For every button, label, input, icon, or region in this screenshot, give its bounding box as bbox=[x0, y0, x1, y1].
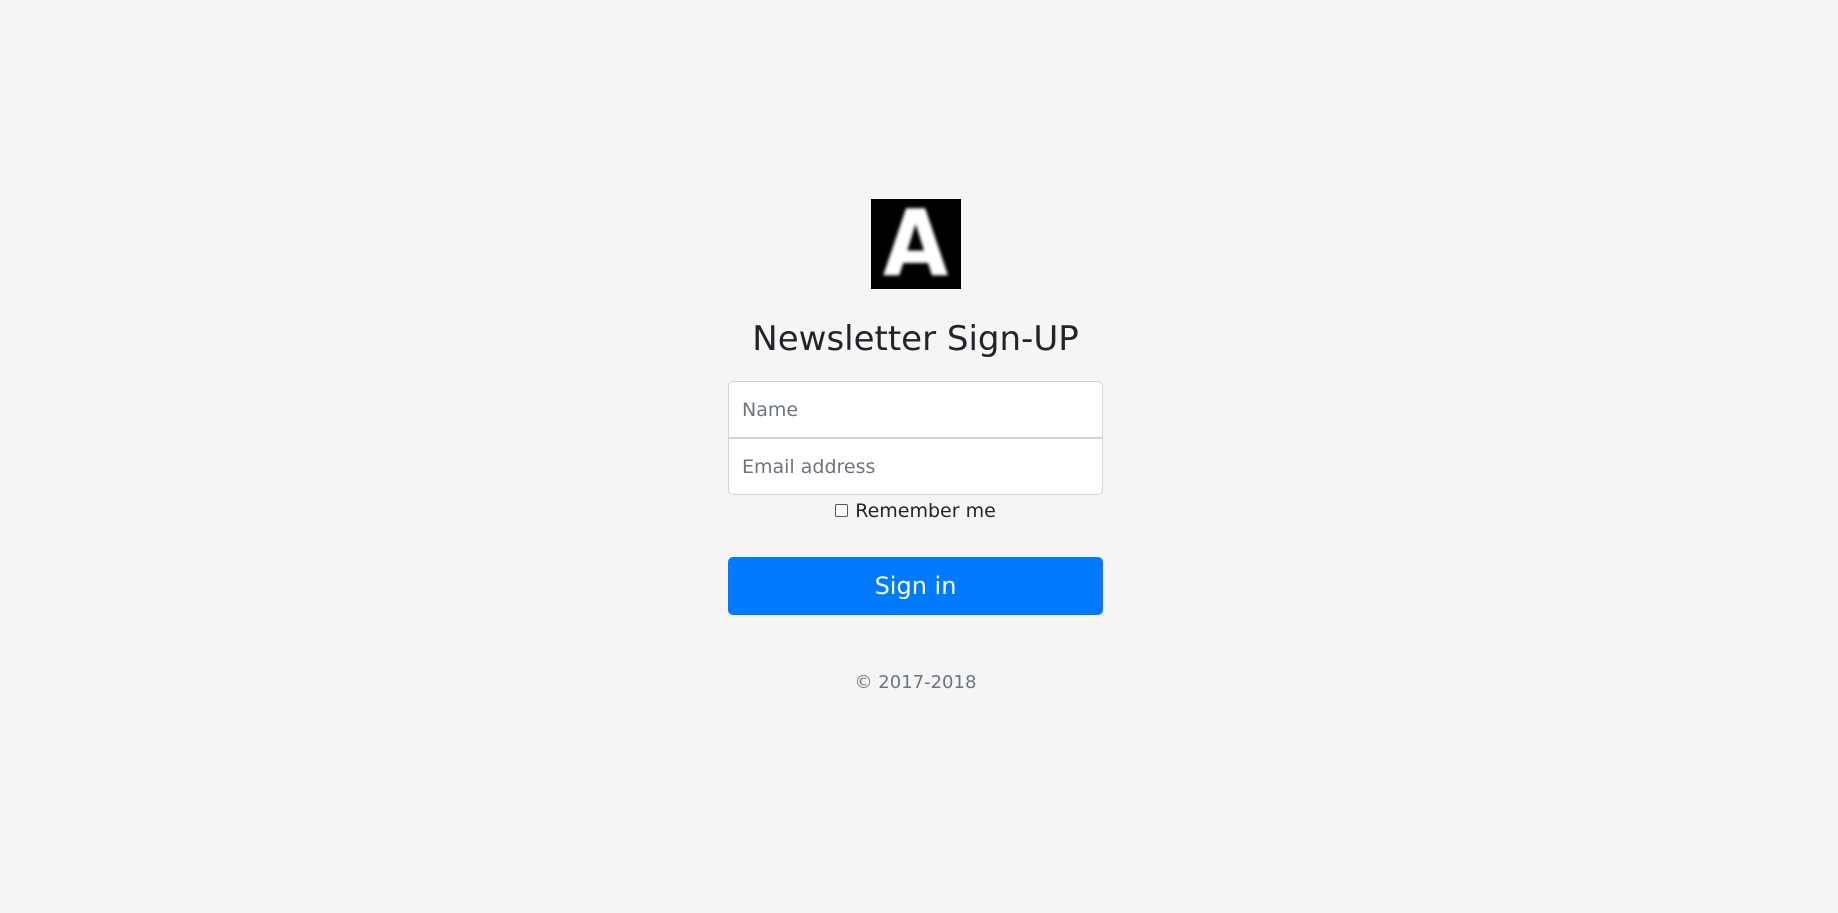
remember-me-row[interactable]: Remember me bbox=[835, 500, 996, 522]
page: A Newsletter Sign-UP Remember me Sign in… bbox=[0, 0, 1838, 913]
name-input[interactable] bbox=[728, 381, 1103, 438]
remember-me-checkbox[interactable] bbox=[835, 503, 849, 517]
input-group bbox=[728, 381, 1103, 495]
signup-form: A Newsletter Sign-UP Remember me Sign in… bbox=[728, 199, 1103, 711]
brand-logo: A bbox=[870, 199, 961, 289]
logo-letter: A bbox=[882, 199, 949, 289]
email-input[interactable] bbox=[728, 438, 1103, 495]
sign-in-button[interactable]: Sign in bbox=[728, 557, 1103, 615]
page-title: Newsletter Sign-UP bbox=[752, 319, 1079, 359]
remember-me-label: Remember me bbox=[855, 500, 996, 522]
copyright-text: © 2017-2018 bbox=[854, 672, 977, 693]
